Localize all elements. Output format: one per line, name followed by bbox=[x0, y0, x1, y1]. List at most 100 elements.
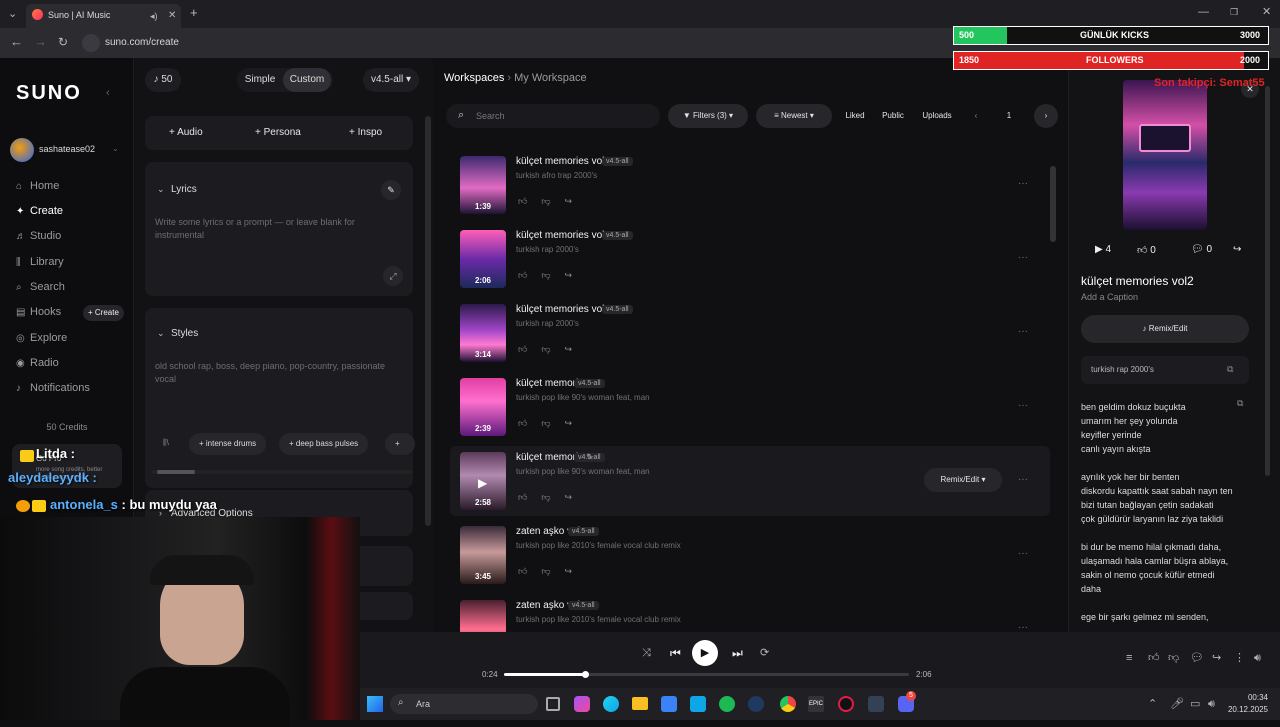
share-icon[interactable]: ↪ bbox=[565, 418, 587, 428]
sidebar-item-studio[interactable]: ♬ Studio bbox=[16, 228, 61, 244]
tab-list-icon[interactable]: ⌄ bbox=[8, 8, 17, 20]
styles-input[interactable]: old school rap, boss, deep piano, pop-co… bbox=[155, 360, 395, 386]
model-select[interactable]: v4.5-all ▾ bbox=[363, 68, 419, 92]
detail-scroll-thumb[interactable] bbox=[1265, 86, 1270, 476]
song-row[interactable]: 2:58 külçet memories v4.5-all turkish pop l… bbox=[450, 446, 1050, 516]
sidebar-item-explore[interactable]: ◎ Explore bbox=[16, 330, 67, 346]
clock-time[interactable]: 00:34 bbox=[1232, 693, 1268, 702]
song-row[interactable]: 3:14 külçet memories vol2 v4.5-all turkish … bbox=[450, 298, 1050, 368]
chrome-icon[interactable] bbox=[780, 696, 796, 712]
dislike-icon[interactable]: 👎︎ bbox=[541, 270, 564, 280]
back-icon[interactable]: ← bbox=[10, 35, 23, 48]
play-count[interactable]: ▶ 4 bbox=[1095, 244, 1111, 255]
next-icon[interactable]: ⏭︎ bbox=[732, 647, 743, 659]
app-icon[interactable] bbox=[868, 696, 884, 712]
edit-title-icon[interactable]: ✎ bbox=[586, 452, 594, 463]
play-icon[interactable]: ▶ bbox=[478, 476, 487, 490]
epic-games-icon[interactable]: EPIC bbox=[808, 696, 824, 712]
prev-page-icon[interactable]: ‹ bbox=[966, 104, 986, 128]
copilot-icon[interactable] bbox=[574, 696, 590, 712]
breadcrumb-current[interactable]: My Workspace bbox=[514, 72, 587, 84]
clock-date[interactable]: 20.12.2025 bbox=[1224, 705, 1268, 714]
mic-icon[interactable]: 🎤︎ bbox=[1170, 698, 1184, 710]
player-dislike-icon[interactable]: 👎︎ bbox=[1168, 652, 1179, 664]
close-tab-icon[interactable]: ✕ bbox=[168, 10, 176, 22]
dislike-icon[interactable]: 👎︎ bbox=[541, 418, 564, 428]
more-options-icon[interactable]: ··· bbox=[1018, 326, 1028, 337]
dislike-icon[interactable]: 👎︎ bbox=[541, 492, 564, 502]
share-icon[interactable]: ↪ bbox=[1233, 244, 1241, 255]
dislike-icon[interactable]: 👎︎ bbox=[541, 566, 564, 576]
sidebar-item-library[interactable]: ⫼ Library bbox=[16, 254, 64, 270]
public-filter-button[interactable]: Public bbox=[878, 104, 908, 128]
song-thumbnail[interactable]: 3:14 bbox=[460, 304, 506, 362]
song-row[interactable]: 2:06 külçet memories vol2 v4.5-all turkish … bbox=[450, 224, 1050, 294]
copy-style-icon[interactable]: ⧉ bbox=[1227, 364, 1233, 375]
song-row[interactable]: 1:39 külçet memories vol2 v4.5-all turkish … bbox=[450, 150, 1050, 220]
store-icon[interactable] bbox=[661, 696, 677, 712]
like-icon[interactable]: 👍︎ bbox=[518, 566, 541, 576]
more-options-icon[interactable]: ··· bbox=[1018, 474, 1028, 485]
song-thumbnail[interactable]: 1:39 bbox=[460, 156, 506, 214]
volume-icon[interactable]: 🔊︎ bbox=[1254, 652, 1261, 664]
styles-chevron-icon[interactable]: ⌄ bbox=[157, 328, 165, 339]
player-comment-icon[interactable]: 💬︎ bbox=[1190, 652, 1204, 664]
reload-icon[interactable]: ↻ bbox=[58, 36, 68, 48]
sidebar-item-home[interactable]: ⌂ Home bbox=[16, 178, 59, 194]
next-page-icon[interactable]: › bbox=[1034, 104, 1058, 128]
spotify-icon[interactable] bbox=[719, 696, 735, 712]
style-chip[interactable]: + h bbox=[385, 433, 415, 455]
like-icon[interactable]: 👍︎ bbox=[518, 196, 541, 206]
share-icon[interactable]: ↪ bbox=[565, 344, 587, 354]
play-button[interactable]: ▶ bbox=[692, 640, 718, 666]
suno-logo[interactable]: SUNO bbox=[16, 82, 82, 105]
share-icon[interactable]: ↪ bbox=[565, 270, 587, 280]
share-icon[interactable]: ↪ bbox=[565, 492, 587, 502]
tray-chevron-icon[interactable]: ⌃ bbox=[1148, 698, 1157, 710]
minimize-icon[interactable]: — bbox=[1198, 6, 1209, 18]
song-title[interactable]: külçet memories vol2 bbox=[516, 156, 610, 167]
tray-volume-icon[interactable]: 🔊︎ bbox=[1208, 698, 1215, 710]
like-icon[interactable]: 👍︎ bbox=[518, 344, 541, 354]
share-icon[interactable]: ↪ bbox=[565, 566, 587, 576]
previous-icon[interactable]: ⏮︎ bbox=[670, 647, 681, 659]
new-tab-icon[interactable]: + bbox=[190, 6, 198, 19]
edge-icon[interactable] bbox=[603, 696, 619, 712]
share-icon[interactable]: ↪ bbox=[565, 196, 587, 206]
task-view-icon[interactable] bbox=[546, 697, 560, 711]
lyrics-input[interactable]: Write some lyrics or a prompt — or leave… bbox=[155, 216, 365, 242]
remix-edit-button[interactable]: ♪ Remix/Edit bbox=[1081, 315, 1249, 343]
maximize-icon[interactable]: ❐ bbox=[1230, 6, 1238, 18]
create-scrollbar[interactable] bbox=[425, 116, 431, 526]
like-icon[interactable]: 👍︎ bbox=[518, 492, 541, 502]
detail-scrollbar[interactable] bbox=[1265, 80, 1270, 620]
search-input[interactable]: Search bbox=[476, 111, 505, 121]
sidebar-item-search[interactable]: ⌕ Search bbox=[16, 279, 65, 295]
user-menu-chevron-icon[interactable]: ⌄ bbox=[112, 144, 119, 153]
add-audio-button[interactable]: + Audio bbox=[169, 127, 203, 138]
avatar[interactable] bbox=[10, 138, 34, 162]
song-thumbnail[interactable]: 3:45 bbox=[460, 526, 506, 584]
mode-simple-button[interactable]: Simple bbox=[239, 68, 281, 92]
player-like-icon[interactable]: 👍︎ bbox=[1148, 652, 1160, 664]
song-row[interactable]: 3:45 zaten aşko vol2 v4.5-all turkish pop l… bbox=[450, 520, 1050, 590]
uploads-filter-button[interactable]: Uploads bbox=[918, 104, 956, 128]
player-share-icon[interactable]: ↪ bbox=[1212, 652, 1221, 664]
obs-icon[interactable] bbox=[838, 696, 854, 712]
sidebar-item-hooks[interactable]: ▤ Hooks bbox=[16, 304, 61, 320]
hooks-create-button[interactable]: + Create bbox=[83, 305, 124, 321]
taskbar-search[interactable]: ⌕ Ara bbox=[390, 694, 538, 714]
site-info-icon[interactable] bbox=[82, 34, 100, 52]
breadcrumb-workspaces[interactable]: Workspaces bbox=[444, 72, 504, 84]
lyrics-chevron-icon[interactable]: ⌄ bbox=[157, 184, 165, 195]
sort-button[interactable]: ≡ Newest ▾ bbox=[756, 104, 832, 128]
repeat-icon[interactable]: ⟳ bbox=[760, 647, 769, 659]
username[interactable]: sashatease02 bbox=[39, 144, 95, 154]
player-more-icon[interactable]: ⋮ bbox=[1234, 652, 1245, 664]
url-field[interactable]: suno.com/create bbox=[105, 37, 179, 48]
song-thumbnail[interactable]: 2:06 bbox=[460, 230, 506, 288]
song-row[interactable]: 2:39 külçet memories v4.5-all turkish pop l… bbox=[450, 372, 1050, 442]
comment-count[interactable]: 💬︎ 0 bbox=[1191, 244, 1212, 255]
more-options-icon[interactable]: ··· bbox=[1018, 252, 1028, 263]
dislike-icon[interactable]: 👎︎ bbox=[541, 196, 564, 206]
